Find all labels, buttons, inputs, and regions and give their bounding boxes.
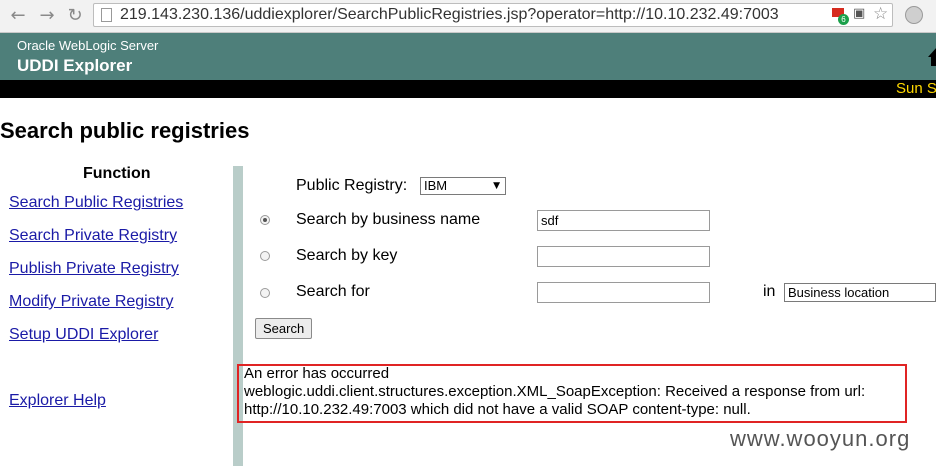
- address-bar[interactable]: 219.143.230.136/uddiexplorer/SearchPubli…: [93, 3, 893, 27]
- sidebar-link-search-private[interactable]: Search Private Registry: [9, 227, 177, 245]
- radio-by-name[interactable]: [260, 215, 270, 225]
- page-title: Search public registries: [0, 118, 250, 143]
- sidebar-link-help[interactable]: Explorer Help: [9, 392, 106, 410]
- translate-icon[interactable]: ▣: [853, 6, 865, 21]
- by-key-label: Search by key: [296, 247, 398, 264]
- app-header: Oracle WebLogic Server UDDI Explorer: [0, 33, 936, 80]
- ticker-text: Sun S: [896, 80, 936, 97]
- business-name-input[interactable]: sdf: [537, 210, 710, 231]
- registry-select[interactable]: IBM ▼: [420, 177, 506, 195]
- sidebar-heading: Function: [83, 165, 151, 182]
- page-icon: [101, 8, 112, 22]
- radio-by-key[interactable]: [260, 251, 270, 261]
- error-detail: http://10.10.232.49:7003 which did not h…: [244, 401, 751, 418]
- watermark: www.wooyun.org: [730, 426, 911, 451]
- key-input[interactable]: [537, 246, 710, 267]
- radio-search-for[interactable]: [260, 288, 270, 298]
- sidebar-link-search-public[interactable]: Search Public Registries: [9, 194, 183, 212]
- product-name: Oracle WebLogic Server: [17, 38, 159, 53]
- ticker-bar: Sun S: [0, 80, 936, 98]
- url-text[interactable]: 219.143.230.136/uddiexplorer/SearchPubli…: [120, 6, 779, 24]
- error-heading: An error has occurred: [244, 365, 390, 382]
- sidebar-link-setup[interactable]: Setup UDDI Explorer: [9, 326, 158, 344]
- back-icon[interactable]: ←: [6, 4, 30, 28]
- star-icon[interactable]: ☆: [873, 4, 888, 24]
- sidebar-link-modify-private[interactable]: Modify Private Registry: [9, 293, 174, 311]
- browser-toolbar: ← → ↻ 219.143.230.136/uddiexplorer/Searc…: [0, 0, 936, 33]
- sidebar-link-publish-private[interactable]: Publish Private Registry: [9, 260, 179, 278]
- registry-select-value: IBM: [424, 178, 448, 193]
- by-name-label: Search by business name: [296, 211, 481, 228]
- in-label: in: [763, 283, 776, 300]
- search-for-label: Search for: [296, 283, 370, 300]
- registry-label: Public Registry:: [296, 177, 408, 194]
- app-title: UDDI Explorer: [17, 56, 133, 75]
- reload-icon[interactable]: ↻: [63, 4, 87, 28]
- error-message: weblogic.uddi.client.structures.exceptio…: [244, 383, 866, 400]
- search-for-input[interactable]: [537, 282, 710, 303]
- forward-icon[interactable]: →: [35, 4, 59, 28]
- home-icon-base: [931, 56, 936, 66]
- chevron-down-icon: ▼: [493, 181, 500, 191]
- extension-badge[interactable]: 6: [838, 14, 849, 25]
- location-select[interactable]: Business location: [784, 283, 936, 302]
- globe-icon[interactable]: [905, 6, 923, 24]
- search-button[interactable]: Search: [255, 318, 313, 339]
- location-select-value: Business location: [788, 285, 890, 300]
